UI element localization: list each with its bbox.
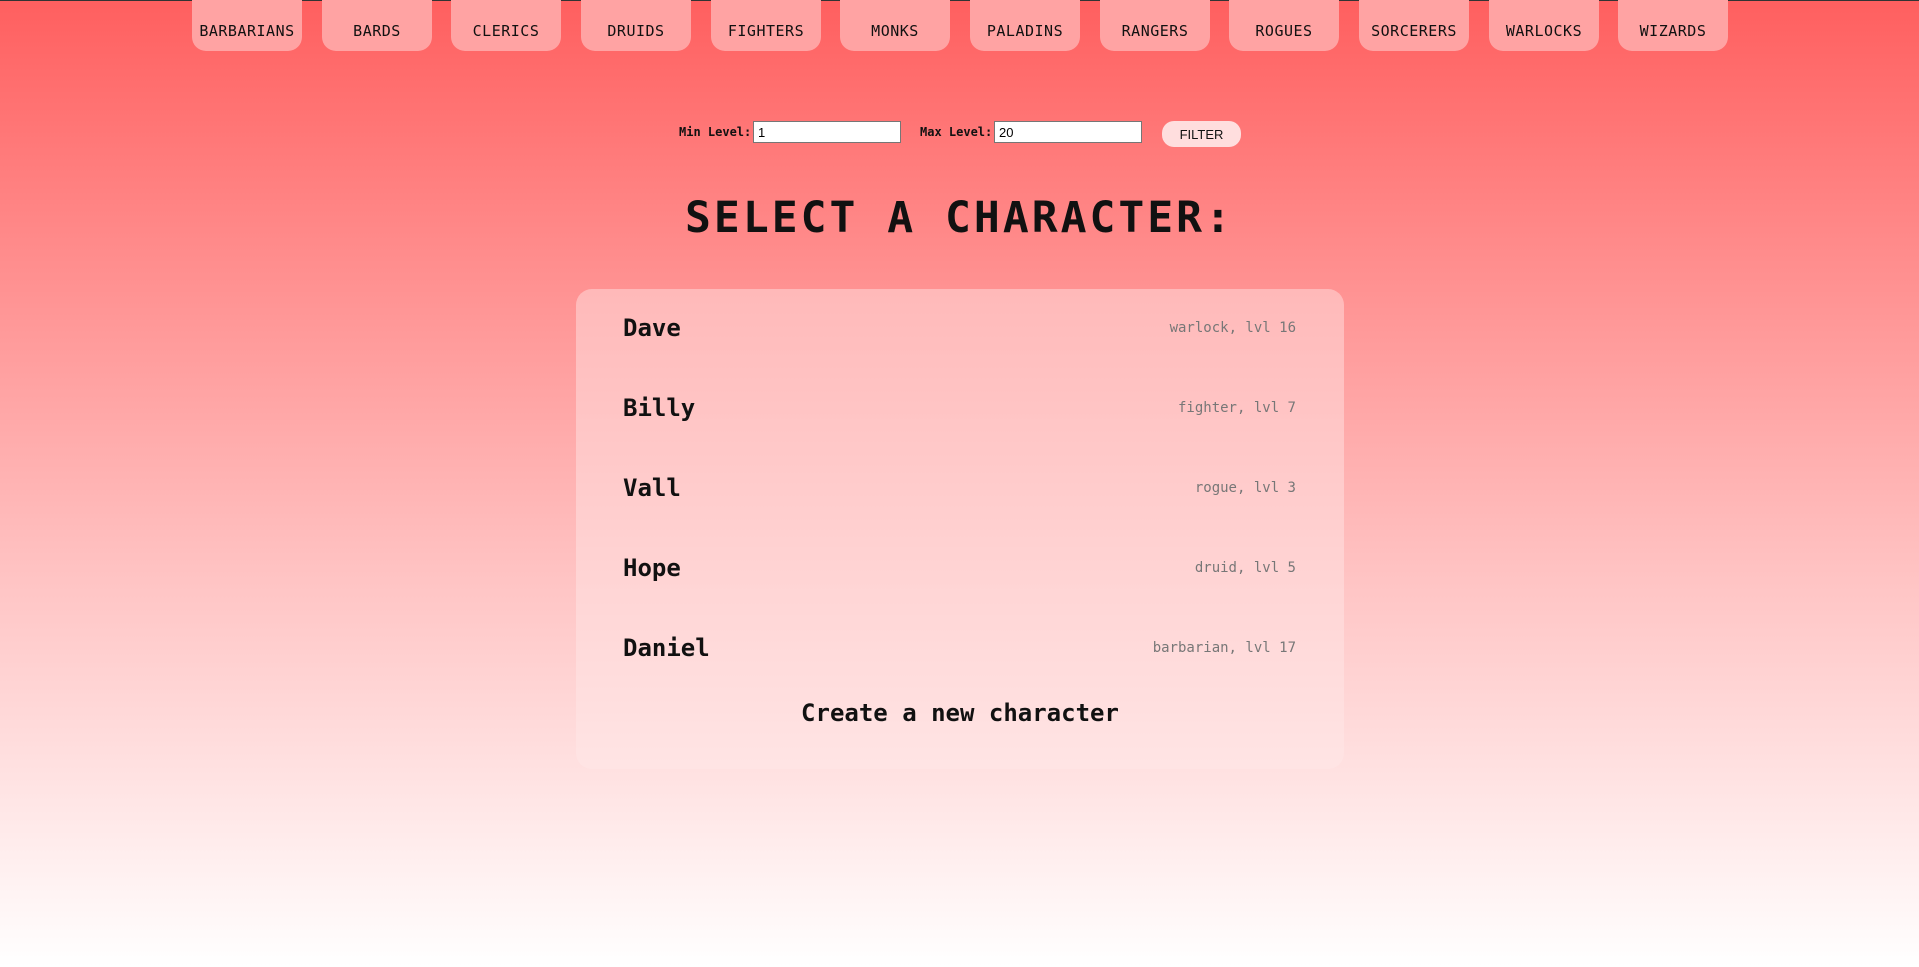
- tab-wizards[interactable]: WIZARDS: [1618, 0, 1728, 51]
- character-name: Dave: [623, 314, 681, 342]
- character-class-level: barbarian, lvl 17: [1152, 640, 1296, 656]
- filter-button[interactable]: FILTER: [1162, 121, 1241, 147]
- character-row-billy[interactable]: Billy fighter, lvl 7: [576, 369, 1344, 449]
- character-row-hope[interactable]: Hope druid, lvl 5: [576, 529, 1344, 609]
- character-class-level: druid, lvl 5: [1194, 560, 1296, 576]
- tab-sorcerers[interactable]: SORCERERS: [1359, 0, 1469, 51]
- tab-barbarians[interactable]: BARBARIANS: [192, 0, 302, 51]
- character-list: Dave warlock, lvl 16 Billy fighter, lvl …: [576, 289, 1344, 769]
- tab-fighters[interactable]: FIGHTERS: [711, 0, 821, 51]
- min-level-input[interactable]: [753, 121, 901, 143]
- character-row-daniel[interactable]: Daniel barbarian, lvl 17: [576, 609, 1344, 689]
- character-class-level: fighter, lvl 7: [1177, 400, 1296, 416]
- character-row-dave[interactable]: Dave warlock, lvl 16: [576, 289, 1344, 369]
- tab-rangers[interactable]: RANGERS: [1100, 0, 1210, 51]
- character-class-level: warlock, lvl 16: [1169, 320, 1296, 336]
- max-level-label: Max Level:: [920, 125, 993, 139]
- tab-druids[interactable]: DRUIDS: [581, 0, 691, 51]
- max-level-input[interactable]: [994, 121, 1142, 143]
- create-character-link[interactable]: Create a new character: [576, 699, 1344, 727]
- tab-bards[interactable]: BARDS: [322, 0, 432, 51]
- character-row-vall[interactable]: Vall rogue, lvl 3: [576, 449, 1344, 529]
- character-name: Vall: [623, 474, 681, 502]
- min-level-label: Min Level:: [679, 125, 752, 139]
- tab-rogues[interactable]: ROGUES: [1229, 0, 1339, 51]
- character-class-level: rogue, lvl 3: [1194, 480, 1296, 496]
- class-nav: BARBARIANS BARDS CLERICS DRUIDS FIGHTERS…: [192, 0, 1728, 51]
- level-filter: Min Level: Max Level: FILTER: [0, 120, 1919, 148]
- tab-clerics[interactable]: CLERICS: [451, 0, 561, 51]
- character-name: Hope: [623, 554, 681, 582]
- character-name: Daniel: [623, 634, 710, 662]
- character-name: Billy: [623, 394, 696, 422]
- tab-paladins[interactable]: PALADINS: [970, 0, 1080, 51]
- tab-warlocks[interactable]: WARLOCKS: [1489, 0, 1599, 51]
- tab-monks[interactable]: MONKS: [840, 0, 950, 51]
- page-title: SELECT A CHARACTER:: [685, 193, 1234, 243]
